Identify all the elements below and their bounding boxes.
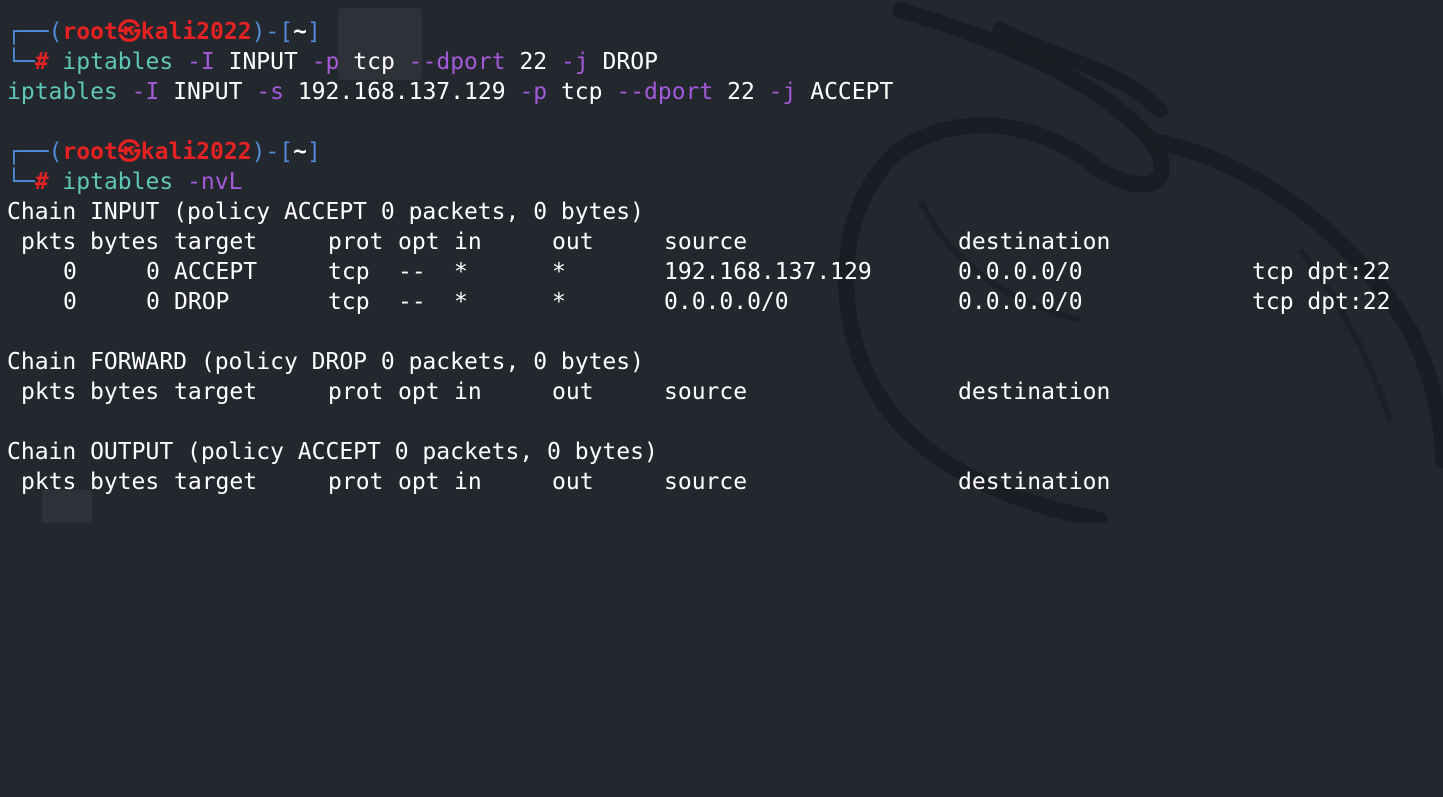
table-row: 0 0 ACCEPT tcp -- * * 192.168.137.129 0.… [63,259,1391,285]
command-exe: iptables [62,49,174,75]
table-header-row: pkts bytes target prot opt in out source… [21,379,1111,405]
command-exe: iptables [7,79,118,105]
table-header-row: pkts bytes target prot opt in out source… [7,227,1437,257]
prompt-host: kali2022 [140,19,252,45]
col-opt: opt [398,229,440,255]
col-target: target [174,229,258,255]
prompt-hash: # [34,49,49,75]
chain-header: Chain INPUT (policy ACCEPT 0 packets, 0 … [7,199,644,225]
command-exe: iptables [62,169,174,195]
prompt-hash: # [34,169,49,195]
prompt-arrow: └─ [7,169,35,195]
col-pkts: pkts [21,229,77,255]
prompt-user: root [62,139,118,165]
prompt-box-open: ┌──( [7,19,63,45]
prompt-user: root [62,19,118,45]
prompt-box-mid: )-[ [251,19,294,45]
chain-header: Chain OUTPUT (policy ACCEPT 0 packets, 0… [7,439,658,465]
col-in: in [454,229,482,255]
prompt-box-end: ] [306,19,321,45]
prompt-line: ┌──(root㉿kali2022)-[~] [7,137,1437,167]
prompt-dir: ~ [293,19,307,45]
command-line: └─# iptables -nvL [7,169,243,195]
prompt-dir: ~ [293,139,307,165]
table-header-row: pkts bytes target prot opt in out source… [21,469,1111,495]
col-source: source [664,229,748,255]
prompt-at: ㉿ [117,139,141,165]
prompt-box-end: ] [306,139,321,165]
col-destination: destination [958,229,1111,255]
prompt-host: kali2022 [140,139,252,165]
prompt-box-mid: )-[ [251,139,294,165]
terminal-output: ┌──(root㉿kali2022)-[~] └─# iptables -I I… [7,17,1437,497]
prompt-box-open: ┌──( [7,139,63,165]
table-row: 0 0 DROP tcp -- * * 0.0.0.0/0 0.0.0.0/0 … [63,289,1391,315]
col-prot: prot [328,229,384,255]
chain-header: Chain FORWARD (policy DROP 0 packets, 0 … [7,349,644,375]
command-line: iptables -I INPUT -s 192.168.137.129 -p … [7,79,894,105]
prompt-arrow: └─ [7,49,35,75]
command-line: └─# iptables -I INPUT -p tcp --dport 22 … [7,49,658,75]
prompt-at: ㉿ [117,19,141,45]
prompt-line: ┌──(root㉿kali2022)-[~] [7,17,1437,47]
col-out: out [552,229,594,255]
col-bytes: bytes [90,229,160,255]
